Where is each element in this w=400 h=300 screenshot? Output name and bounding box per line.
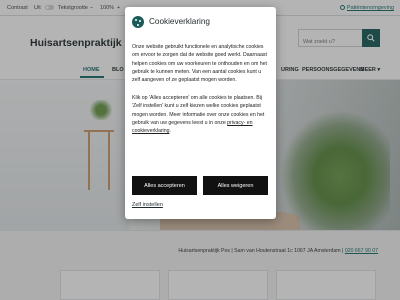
cookie-intro-text: Onze website gebruikt functionele en ana… bbox=[132, 44, 267, 84]
cookie-dialog-title: Cookieverklaring bbox=[149, 17, 210, 26]
accept-all-button[interactable]: Alles accepteren bbox=[132, 176, 197, 195]
cookie-dialog: Cookieverklaring Onze website gebruikt f… bbox=[125, 7, 276, 219]
cookie-icon bbox=[132, 16, 144, 28]
customize-cookies-link[interactable]: Zelf instellen bbox=[132, 202, 163, 208]
cookie-info-text: Klik op 'Alles accepteren' om alle cooki… bbox=[132, 94, 270, 135]
reject-all-button[interactable]: Alles weigeren bbox=[203, 176, 268, 195]
cookie-info-text-end: . bbox=[169, 128, 171, 135]
